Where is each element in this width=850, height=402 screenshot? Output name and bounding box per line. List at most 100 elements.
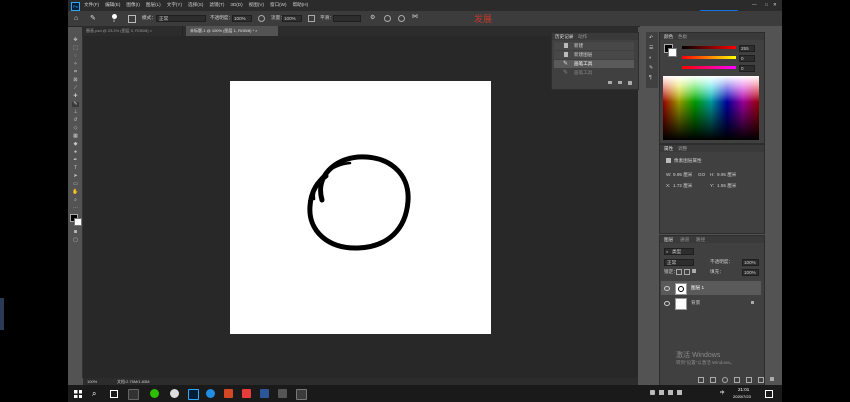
properties-panel-icon[interactable]: ☰ bbox=[649, 45, 653, 51]
fill-input[interactable]: 100% bbox=[742, 269, 759, 276]
mode-select[interactable]: 正常 bbox=[156, 15, 206, 22]
layer-row[interactable]: 背景 bbox=[661, 296, 761, 310]
symmetry-icon[interactable]: ⋈ bbox=[412, 14, 418, 20]
type-tool-icon[interactable]: T bbox=[72, 166, 79, 171]
blue-slider[interactable] bbox=[682, 66, 736, 69]
mask-icon[interactable] bbox=[722, 377, 728, 383]
healing-tool-icon[interactable]: ✚ bbox=[72, 94, 79, 99]
background-color-swatch[interactable] bbox=[668, 48, 677, 57]
photoshop-taskbar-icon[interactable] bbox=[188, 389, 199, 400]
history-panel-icon[interactable]: ↶ bbox=[649, 35, 653, 41]
eraser-tool-icon[interactable]: ◇ bbox=[72, 126, 79, 131]
flow-input[interactable]: 100% bbox=[282, 15, 302, 22]
paragraph-icon[interactable]: ¶ bbox=[649, 75, 652, 81]
zoom-level[interactable]: 100% bbox=[87, 379, 97, 384]
menu-item[interactable]: 帮助(H) bbox=[293, 2, 309, 8]
history-brush-tool-icon[interactable]: ↺ bbox=[72, 118, 79, 123]
zoom-tool-icon[interactable]: ⌕ bbox=[72, 198, 79, 203]
pressure-size-icon[interactable] bbox=[398, 15, 405, 22]
side-widget[interactable] bbox=[0, 298, 4, 330]
windows-start-icon[interactable] bbox=[74, 390, 82, 398]
menu-item[interactable]: 视图(V) bbox=[249, 2, 264, 8]
tab-history[interactable]: 历史记录 bbox=[555, 34, 573, 40]
battery-icon[interactable] bbox=[677, 390, 682, 395]
gradient-tool-icon[interactable]: ▦ bbox=[72, 134, 79, 139]
layer-style-icon[interactable] bbox=[710, 377, 716, 383]
brush-panel-icon[interactable] bbox=[128, 15, 136, 23]
brush-settings-icon[interactable]: ✎ bbox=[649, 65, 653, 71]
input-language[interactable]: 中 bbox=[720, 390, 725, 396]
file-explorer-icon[interactable] bbox=[128, 389, 139, 400]
w-value[interactable]: 9.95 厘米 bbox=[673, 172, 692, 178]
tab-properties[interactable]: 属性 bbox=[664, 146, 673, 152]
new-layer-icon[interactable] bbox=[758, 377, 764, 383]
pressure-opacity-icon[interactable] bbox=[258, 15, 265, 22]
angle-icon[interactable] bbox=[384, 15, 391, 22]
link-dimensions-icon[interactable]: GO bbox=[698, 172, 705, 178]
clock-date[interactable]: 2020/7/23 bbox=[733, 395, 751, 399]
quick-select-tool-icon[interactable]: ✧ bbox=[72, 62, 79, 67]
menu-item[interactable]: 选择(S) bbox=[188, 2, 203, 8]
history-item[interactable]: 新建 bbox=[554, 42, 634, 50]
task-view-icon[interactable] bbox=[110, 390, 118, 398]
layer-filter-select[interactable]: ⌕ 类型 bbox=[664, 248, 694, 255]
opacity-input[interactable]: 100% bbox=[232, 15, 252, 22]
notification-icon[interactable] bbox=[765, 390, 773, 398]
smooth-input[interactable] bbox=[333, 15, 361, 22]
trash-icon[interactable] bbox=[628, 81, 632, 85]
adjust-panel-icon[interactable]: ◐ bbox=[649, 55, 652, 61]
app-icon-blue[interactable] bbox=[260, 389, 269, 398]
tab-swatches[interactable]: 色板 bbox=[678, 34, 687, 40]
quick-mask-icon[interactable]: ◙ bbox=[72, 230, 79, 235]
menu-item[interactable]: 3D(D) bbox=[230, 2, 242, 8]
tab-color[interactable]: 颜色 bbox=[664, 34, 673, 40]
lasso-tool-icon[interactable]: ◌ bbox=[72, 54, 79, 59]
close-button[interactable]: ✕ bbox=[773, 2, 777, 8]
network-icon[interactable] bbox=[659, 390, 664, 395]
blend-mode-select[interactable]: 正常 bbox=[664, 259, 694, 266]
eyedropper-tool-icon[interactable]: ⟋ bbox=[72, 86, 79, 91]
snapshot-icon[interactable] bbox=[608, 81, 612, 84]
history-item[interactable]: ✎ 画笔工具 bbox=[554, 69, 634, 77]
group-folder-icon[interactable] bbox=[746, 377, 752, 383]
maximize-button[interactable]: □ bbox=[765, 2, 768, 8]
tab-document-1[interactable]: 圈画.psd @ 23.2% (图层 0, RGB/8) × bbox=[82, 26, 183, 36]
pen-tool-icon[interactable]: ✒ bbox=[72, 158, 79, 163]
lock-all-icon[interactable] bbox=[692, 269, 696, 273]
crop-tool-icon[interactable]: ⌗ bbox=[72, 70, 79, 75]
layer-row[interactable]: 图层 1 bbox=[661, 281, 761, 295]
delete-layer-icon[interactable] bbox=[770, 377, 774, 381]
tab-adjustments[interactable]: 调整 bbox=[678, 146, 687, 152]
shield-icon[interactable] bbox=[650, 390, 655, 395]
h-value[interactable]: 9.95 厘米 bbox=[717, 172, 736, 178]
visibility-eye-icon[interactable] bbox=[664, 286, 670, 291]
menu-item[interactable]: 文字(Y) bbox=[167, 2, 182, 8]
adjustment-layer-icon[interactable] bbox=[734, 377, 740, 383]
search-icon[interactable]: ⌕ bbox=[92, 389, 96, 398]
green-value-input[interactable]: 0 bbox=[739, 55, 755, 62]
messenger-icon[interactable] bbox=[170, 389, 179, 398]
tab-layers[interactable]: 图层 bbox=[664, 237, 673, 243]
frame-tool-icon[interactable]: ⊠ bbox=[72, 78, 79, 83]
blur-tool-icon[interactable]: ◆ bbox=[72, 142, 79, 147]
minimize-button[interactable]: — bbox=[752, 2, 757, 8]
app-icon-gray[interactable] bbox=[278, 389, 287, 398]
link-layers-icon[interactable] bbox=[698, 377, 704, 383]
hand-tool-icon[interactable]: ✋ bbox=[72, 190, 79, 195]
camera-icon[interactable] bbox=[618, 81, 622, 84]
lock-position-icon[interactable] bbox=[684, 269, 690, 275]
x-value[interactable]: 1.72 厘米 bbox=[673, 183, 692, 189]
tab-actions[interactable]: 动作 bbox=[578, 34, 587, 40]
menu-item[interactable]: 编辑(E) bbox=[105, 2, 120, 8]
green-slider[interactable] bbox=[682, 56, 736, 59]
background-color-swatch[interactable] bbox=[74, 218, 82, 226]
more-tools-icon[interactable]: ⋯ bbox=[72, 206, 79, 211]
gear-icon[interactable]: ⚙ bbox=[370, 14, 375, 21]
document-canvas[interactable] bbox=[230, 81, 491, 334]
app-icon-dark[interactable] bbox=[296, 389, 307, 400]
tab-document-2[interactable]: 未标题-1 @ 100% (图层 1, RGB/8) * × bbox=[186, 26, 278, 36]
app-icon-orange[interactable] bbox=[224, 389, 233, 398]
path-select-tool-icon[interactable]: ➤ bbox=[72, 174, 79, 179]
menu-item[interactable]: 窗口(W) bbox=[270, 2, 287, 8]
home-icon[interactable]: ⌂ bbox=[74, 15, 78, 22]
